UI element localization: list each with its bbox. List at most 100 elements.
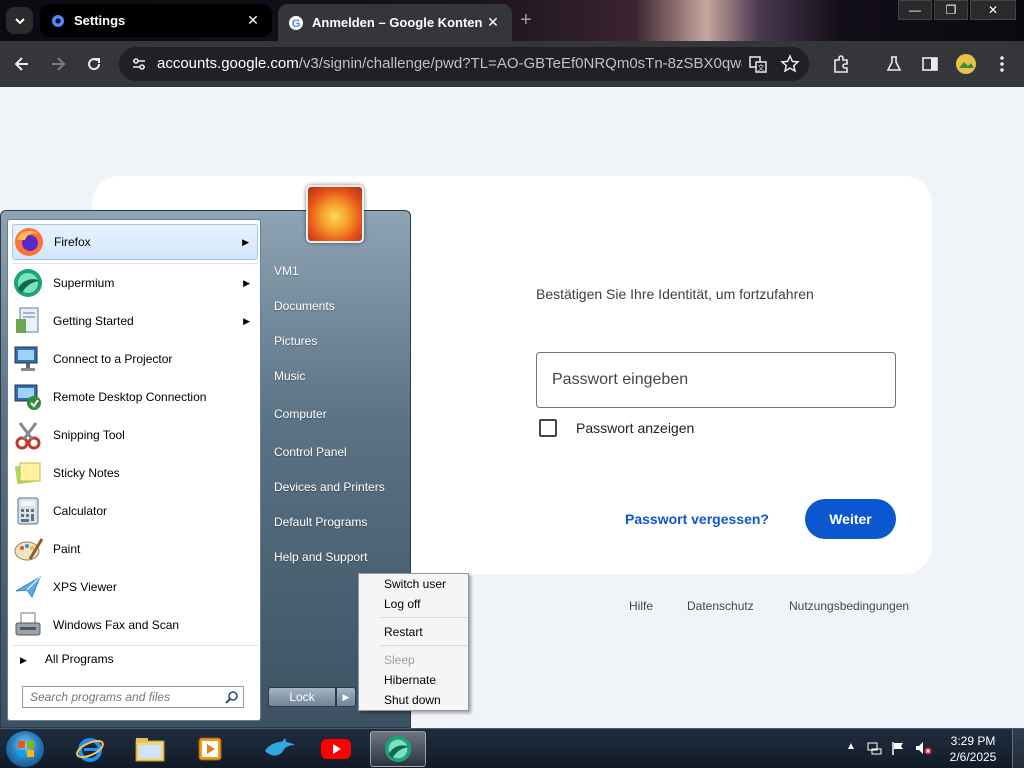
clock-date: 2/6/2025 <box>949 750 997 764</box>
submenu-arrow-icon: ▶ <box>242 236 249 247</box>
start-link-control-panel[interactable]: Control Panel <box>274 445 347 459</box>
show-desktop-button[interactable] <box>1012 729 1024 768</box>
address-bar[interactable]: accounts.google.com/v3/signin/challenge/… <box>119 47 809 81</box>
program-label: Sticky Notes <box>53 466 120 480</box>
chevron-down-icon <box>14 17 25 24</box>
start-link-help-support[interactable]: Help and Support <box>274 550 367 564</box>
window-close-icon[interactable]: ✕ <box>970 0 1016 20</box>
extensions-icon[interactable] <box>829 52 853 76</box>
start-search-box[interactable] <box>22 686 244 708</box>
close-icon[interactable]: ✕ <box>244 12 262 29</box>
taskbar-youtube[interactable] <box>308 731 364 767</box>
translate-icon[interactable]: 文 <box>748 54 768 74</box>
start-link-documents[interactable]: Documents <box>274 299 335 313</box>
next-button[interactable]: Weiter <box>805 499 896 539</box>
menu-item-log-off[interactable]: Log off <box>384 597 420 611</box>
tab-google-signin[interactable]: G Anmelden – Google Konten ✕ <box>278 4 512 41</box>
forward-arrow-icon[interactable] <box>46 52 70 76</box>
user-account-picture[interactable] <box>306 185 364 243</box>
clock-time: 3:29 PM <box>950 734 996 748</box>
program-supermium[interactable]: Supermium ▶ <box>12 265 258 301</box>
start-link-computer[interactable]: Computer <box>274 407 327 421</box>
taskbar-media-player[interactable] <box>182 731 238 767</box>
tab-search-button[interactable] <box>6 7 33 34</box>
program-firefox[interactable]: Firefox ▶ <box>12 224 258 260</box>
program-snipping-tool[interactable]: Snipping Tool <box>12 417 258 453</box>
program-calculator[interactable]: Calculator <box>12 493 258 529</box>
media-player-icon <box>198 737 222 761</box>
minimize-icon[interactable]: — <box>898 0 932 20</box>
window-controls: — ❐ ✕ <box>896 0 1016 20</box>
svg-text:G: G <box>292 18 301 30</box>
taskbar-dolphin[interactable] <box>252 731 308 767</box>
start-button[interactable] <box>5 730 45 768</box>
help-link[interactable]: Hilfe <box>629 599 653 613</box>
start-link-devices-printers[interactable]: Devices and Printers <box>274 480 385 494</box>
program-label: Calculator <box>53 504 108 518</box>
close-icon[interactable]: ✕ <box>484 14 502 31</box>
start-search-input[interactable] <box>23 687 219 707</box>
labs-flask-icon[interactable] <box>882 52 906 76</box>
program-paint[interactable]: Paint <box>12 531 258 567</box>
remote-desktop-icon <box>14 384 41 410</box>
show-hidden-icons[interactable]: ▲ <box>846 741 856 752</box>
tab-settings[interactable]: Settings ✕ <box>40 4 272 37</box>
menu-item-shut-down[interactable]: Shut down <box>384 693 441 707</box>
restore-icon[interactable]: ❐ <box>934 0 968 20</box>
taskbar-supermium[interactable] <box>370 731 426 767</box>
program-getting-started[interactable]: Getting Started ▶ <box>12 303 258 339</box>
taskbar-file-explorer[interactable] <box>122 731 178 767</box>
reload-icon[interactable] <box>82 52 106 76</box>
bookmark-star-icon[interactable] <box>780 54 800 74</box>
power-options-arrow[interactable]: ▶ <box>336 687 356 707</box>
tab-title: Anmelden – Google Konten <box>312 15 483 30</box>
supermium-icon <box>14 269 42 297</box>
calculator-icon <box>17 497 39 525</box>
program-label: Supermium <box>53 276 115 290</box>
all-programs-button[interactable]: ▶ All Programs <box>20 652 114 666</box>
back-arrow-icon[interactable] <box>10 52 34 76</box>
menu-item-restart[interactable]: Restart <box>384 625 423 639</box>
snipping-tool-icon <box>15 422 41 450</box>
program-sticky-notes[interactable]: Sticky Notes <box>12 455 258 491</box>
action-center-flag-icon[interactable] <box>890 740 906 759</box>
program-connect-projector[interactable]: Connect to a Projector <box>12 341 258 377</box>
volume-muted-icon[interactable] <box>914 740 932 759</box>
forgot-password-link[interactable]: Passwort vergessen? <box>625 511 769 527</box>
sticky-notes-icon <box>14 462 41 485</box>
menu-item-switch-user[interactable]: Switch user <box>384 577 446 591</box>
fax-scan-icon <box>15 612 41 636</box>
menu-item-hibernate[interactable]: Hibernate <box>384 673 436 687</box>
more-menu-icon[interactable] <box>990 52 1014 76</box>
program-label: Firefox <box>54 235 91 249</box>
lock-button[interactable]: Lock <box>268 687 336 707</box>
program-remote-desktop[interactable]: Remote Desktop Connection <box>12 379 258 415</box>
password-input[interactable] <box>537 353 895 407</box>
start-menu: Firefox ▶ Supermium ▶ Getting Started ▶ … <box>0 210 411 728</box>
taskbar-internet-explorer[interactable] <box>62 731 118 767</box>
start-link-default-programs[interactable]: Default Programs <box>274 515 367 529</box>
taskbar-clock[interactable]: 3:29 PM 2/6/2025 <box>945 733 1001 765</box>
site-info-icon[interactable] <box>131 56 147 77</box>
start-link-music[interactable]: Music <box>274 369 305 383</box>
program-label: Remote Desktop Connection <box>53 390 207 404</box>
start-link-pictures[interactable]: Pictures <box>274 334 317 348</box>
search-icon[interactable] <box>225 690 239 704</box>
show-password-label[interactable]: Passwort anzeigen <box>576 420 694 436</box>
password-field[interactable] <box>536 352 896 408</box>
browser-toolbar: accounts.google.com/v3/signin/challenge/… <box>0 41 1024 87</box>
network-icon[interactable] <box>866 740 882 759</box>
show-password-checkbox[interactable] <box>539 419 557 437</box>
side-panel-icon[interactable] <box>918 52 942 76</box>
triangle-right-icon: ▶ <box>20 655 27 665</box>
privacy-link[interactable]: Datenschutz <box>687 599 754 613</box>
new-tab-icon[interactable]: + <box>520 9 532 32</box>
profile-avatar[interactable] <box>954 52 978 76</box>
terms-link[interactable]: Nutzungsbedingungen <box>789 599 909 613</box>
start-link-user[interactable]: VM1 <box>274 264 299 278</box>
program-fax-scan[interactable]: Windows Fax and Scan <box>12 607 258 643</box>
firefox-icon <box>15 228 43 256</box>
menu-divider <box>381 645 467 646</box>
url-text: accounts.google.com/v3/signin/challenge/… <box>157 55 742 72</box>
program-xps-viewer[interactable]: XPS Viewer <box>12 569 258 605</box>
